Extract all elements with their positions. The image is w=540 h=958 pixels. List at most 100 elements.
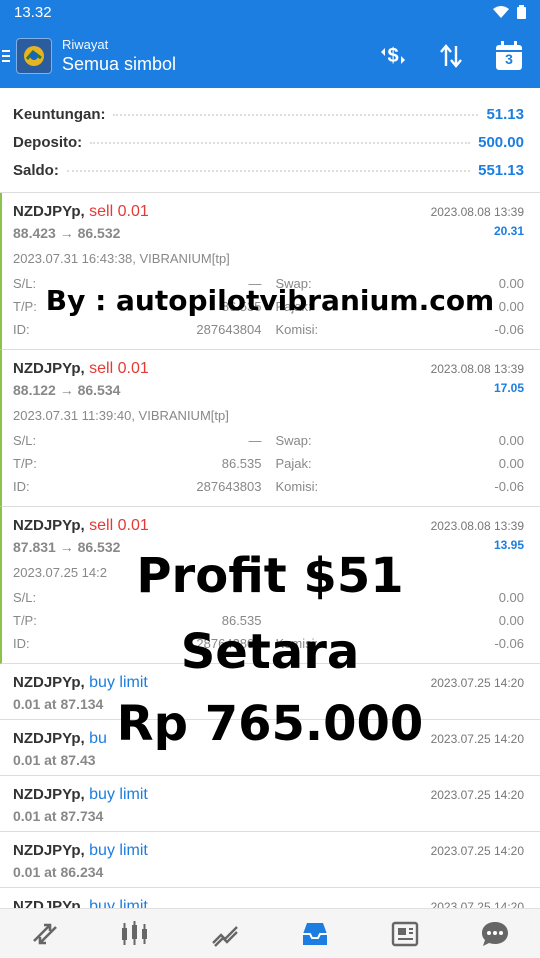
deposit-withdraw-button[interactable]: $ bbox=[378, 41, 408, 71]
tax-value: 0.00 bbox=[498, 456, 524, 471]
tax-label: Pajak: bbox=[275, 456, 312, 471]
trade-type: sell 0.01 bbox=[89, 517, 149, 534]
order-detail: 0.01 at 87.43 bbox=[13, 752, 96, 768]
fee-value: -0.06 bbox=[494, 322, 524, 337]
trade-item[interactable]: NZDJPYp, sell 0.01 2023.08.08 13:39 87.831… bbox=[0, 507, 540, 664]
sort-button[interactable] bbox=[436, 41, 466, 71]
order-time: 2023.07.25 14:20 bbox=[430, 788, 524, 802]
svg-text:$: $ bbox=[387, 45, 398, 67]
chat-icon bbox=[482, 921, 508, 946]
trade-close-time: 2023.08.08 13:39 bbox=[430, 519, 524, 533]
dotted-leader bbox=[66, 170, 471, 172]
sl-value: — bbox=[248, 276, 262, 291]
swap-label: Swap: bbox=[275, 433, 312, 448]
dollar-transfer-icon: $ bbox=[381, 45, 405, 67]
order-symbol: NZDJPYp, bbox=[13, 842, 85, 859]
trade-prices: 88.423 → 86.532 bbox=[13, 225, 121, 241]
swap-value: 0.00 bbox=[498, 433, 524, 448]
toolbar: $ 3 bbox=[378, 41, 524, 71]
profit-value: 51.13 bbox=[486, 105, 524, 123]
sl-label: S/L: bbox=[13, 433, 37, 448]
swap-value: 0.00 bbox=[498, 590, 524, 605]
tp-value: 86.535 bbox=[221, 456, 262, 471]
order-detail: 0.01 at 87.134 bbox=[13, 696, 104, 712]
swap-label: Swap: bbox=[275, 276, 312, 291]
order-item[interactable]: NZDJPYp, buy limit 2023.07.25 14:20 0.01 a… bbox=[0, 832, 540, 888]
app-bar: Riwayat Semua simbol $ 3 bbox=[0, 24, 540, 88]
deposit-label: Deposito: bbox=[13, 133, 83, 151]
news-icon bbox=[391, 921, 419, 946]
nav-chart[interactable] bbox=[115, 914, 155, 954]
order-item[interactable]: NZDJPYp, bu 2023.07.25 14:20 0.01 at 87.43 bbox=[0, 720, 540, 776]
sl-value: — bbox=[248, 433, 262, 448]
order-time: 2023.07.25 14:20 bbox=[430, 732, 524, 746]
orders-list: NZDJPYp, buy limit 2023.07.25 14:20 0.01 a… bbox=[0, 664, 540, 944]
order-item[interactable]: NZDJPYp, buy limit 2023.07.25 14:20 0.01 a… bbox=[0, 664, 540, 720]
history-icon bbox=[303, 922, 327, 945]
trade-open-info: 2023.07.31 11:39:40, VIBRANIUM[tp] bbox=[13, 408, 229, 423]
trade-title: NZDJPYp, sell 0.01 bbox=[13, 517, 149, 535]
nav-news[interactable] bbox=[385, 914, 425, 954]
deposit-value: 500.00 bbox=[478, 133, 524, 151]
trade-profit: 20.31 bbox=[493, 224, 524, 238]
fee-value: -0.06 bbox=[494, 479, 524, 494]
id-label: ID: bbox=[13, 636, 30, 651]
trade-symbol: NZDJPYp, bbox=[13, 517, 85, 534]
order-type: bu bbox=[89, 730, 107, 747]
trade-profit: 17.05 bbox=[493, 381, 524, 395]
header-title[interactable]: Semua simbol bbox=[62, 54, 378, 75]
order-time: 2023.07.25 14:20 bbox=[430, 844, 524, 858]
trade-symbol: NZDJPYp, bbox=[13, 203, 85, 220]
trade-details: S/L: — Swap: 0.00 T/P: 86.535 Pajak: 0.00 ID: 287… bbox=[13, 429, 524, 498]
calendar-button[interactable]: 3 bbox=[494, 41, 524, 71]
trade-details: S/L: — Swap: 0.00 T/P: 86.535 Pajak: 0.00 ID: 287… bbox=[13, 272, 524, 341]
app-logo bbox=[16, 38, 52, 74]
fee-label: Komisi: bbox=[275, 636, 319, 651]
trade-icon bbox=[212, 925, 238, 947]
tax-value: 0.00 bbox=[498, 299, 524, 314]
trade-title: NZDJPYp, sell 0.01 bbox=[13, 203, 149, 221]
trade-open-info: 2023.07.25 14:2 bbox=[13, 565, 107, 580]
swap-value: 0.00 bbox=[498, 276, 524, 291]
trade-item[interactable]: NZDJPYp, sell 0.01 2023.08.08 13:39 88.423… bbox=[0, 193, 540, 350]
id-label: ID: bbox=[13, 479, 30, 494]
sort-arrows-icon bbox=[440, 44, 462, 68]
closed-trades-list: NZDJPYp, sell 0.01 2023.08.08 13:39 88.423… bbox=[0, 193, 540, 664]
wifi-icon bbox=[493, 5, 509, 18]
nav-chat[interactable] bbox=[475, 914, 515, 954]
order-detail: 0.01 at 86.234 bbox=[13, 864, 104, 880]
order-title: NZDJPYp, bu bbox=[13, 730, 107, 748]
summary-row-deposit: Deposito: 500.00 bbox=[13, 128, 524, 156]
order-title: NZDJPYp, buy limit bbox=[13, 674, 148, 692]
tax-value: 0.00 bbox=[498, 613, 524, 628]
order-type: buy limit bbox=[89, 786, 148, 803]
order-item[interactable]: NZDJPYp, buy limit 2023.07.25 14:20 0.01 a… bbox=[0, 776, 540, 832]
trade-type: sell 0.01 bbox=[89, 360, 149, 377]
dotted-leader bbox=[90, 142, 471, 144]
trade-prices: 87.831 → 86.532 bbox=[13, 539, 121, 555]
tp-label: T/P: bbox=[13, 456, 37, 471]
trade-prices: 88.122 → 86.534 bbox=[13, 382, 121, 398]
tp-label: T/P: bbox=[13, 613, 37, 628]
order-time: 2023.07.25 14:20 bbox=[430, 676, 524, 690]
profit-label: Keuntungan: bbox=[13, 105, 106, 123]
status-icons bbox=[493, 5, 526, 19]
sl-label: S/L: bbox=[13, 276, 37, 291]
nav-history[interactable] bbox=[295, 914, 335, 954]
tp-value: 86.535 bbox=[221, 613, 262, 628]
header-titles: Riwayat Semua simbol bbox=[62, 37, 378, 75]
trade-close-time: 2023.08.08 13:39 bbox=[430, 205, 524, 219]
order-type: buy limit bbox=[89, 674, 148, 691]
order-title: NZDJPYp, buy limit bbox=[13, 842, 148, 860]
nav-trade[interactable] bbox=[205, 914, 245, 954]
trade-item[interactable]: NZDJPYp, sell 0.01 2023.08.08 13:39 88.122… bbox=[0, 350, 540, 507]
id-value: 287643804 bbox=[196, 322, 262, 337]
menu-icon[interactable] bbox=[0, 50, 14, 62]
balance-value: 551.13 bbox=[478, 161, 524, 179]
trade-details: S/L: 0.00 T/P: 86.535 0.00 ID: 287643802 Komisi… bbox=[13, 586, 524, 655]
trade-symbol: NZDJPYp, bbox=[13, 360, 85, 377]
status-time: 13.32 bbox=[14, 3, 52, 21]
order-symbol: NZDJPYp, bbox=[13, 786, 85, 803]
nav-quotes[interactable] bbox=[25, 914, 65, 954]
chart-icon bbox=[122, 920, 147, 945]
